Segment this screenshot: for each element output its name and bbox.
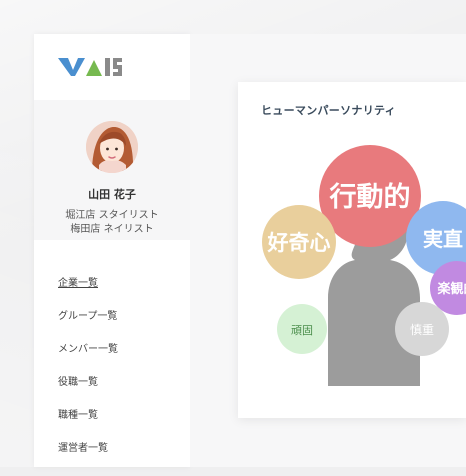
bubble-label-stubborn: 頑固 [291, 324, 313, 337]
user-avatar[interactable] [86, 121, 138, 173]
user-profile-panel: 山田 花子 堀江店 スタイリスト 梅田店 ネイリスト [34, 100, 190, 240]
user-name: 山田 花子 [34, 186, 190, 202]
sidebar-item-label: 運営者一覧 [58, 443, 108, 454]
sidebar-item-label: メンバー一覧 [58, 344, 118, 355]
sidebar-item-label: 役職一覧 [58, 377, 98, 388]
sidebar-navigation: 企業一覧 グループ一覧 メンバー一覧 役職一覧 職種一覧 運営者一覧 [58, 278, 168, 476]
sidebar-item-label: グループ一覧 [58, 311, 117, 322]
brand-logo [58, 54, 122, 80]
sidebar-item-operators[interactable]: 運営者一覧 [58, 443, 168, 476]
bubble-label-curiosity: 好奇心 [267, 231, 331, 255]
sidebar-item-job-types[interactable]: 職種一覧 [58, 410, 168, 443]
personality-card: ヒューマンパーソナリティ 行動的 好奇心 実直 楽観的 慎重 頑固 [238, 82, 466, 418]
personality-bubble-chart: 行動的 好奇心 実直 楽観的 慎重 頑固 [238, 82, 466, 418]
sidebar-item-label: 職種一覧 [58, 410, 98, 421]
sidebar-item-label: 企業一覧 [58, 278, 98, 289]
bubble-label-optimistic: 楽観的 [436, 281, 466, 297]
bubble-label-cautious: 慎重 [410, 323, 434, 337]
bubble-label-action-oriented: 行動的 [329, 181, 411, 213]
sidebar-item-members[interactable]: メンバー一覧 [58, 344, 168, 377]
avatar-image [86, 121, 138, 173]
sidebar-item-positions[interactable]: 役職一覧 [58, 377, 168, 410]
sidebar: 山田 花子 堀江店 スタイリスト 梅田店 ネイリスト 企業一覧 グループ一覧 メ… [34, 34, 190, 467]
sidebar-item-groups[interactable]: グループ一覧 [58, 311, 168, 344]
bubble-label-honest: 実直 [423, 227, 463, 251]
user-role-primary: 堀江店 スタイリスト [34, 206, 190, 221]
user-role-secondary: 梅田店 ネイリスト [34, 220, 190, 235]
sidebar-item-companies[interactable]: 企業一覧 [58, 278, 168, 311]
